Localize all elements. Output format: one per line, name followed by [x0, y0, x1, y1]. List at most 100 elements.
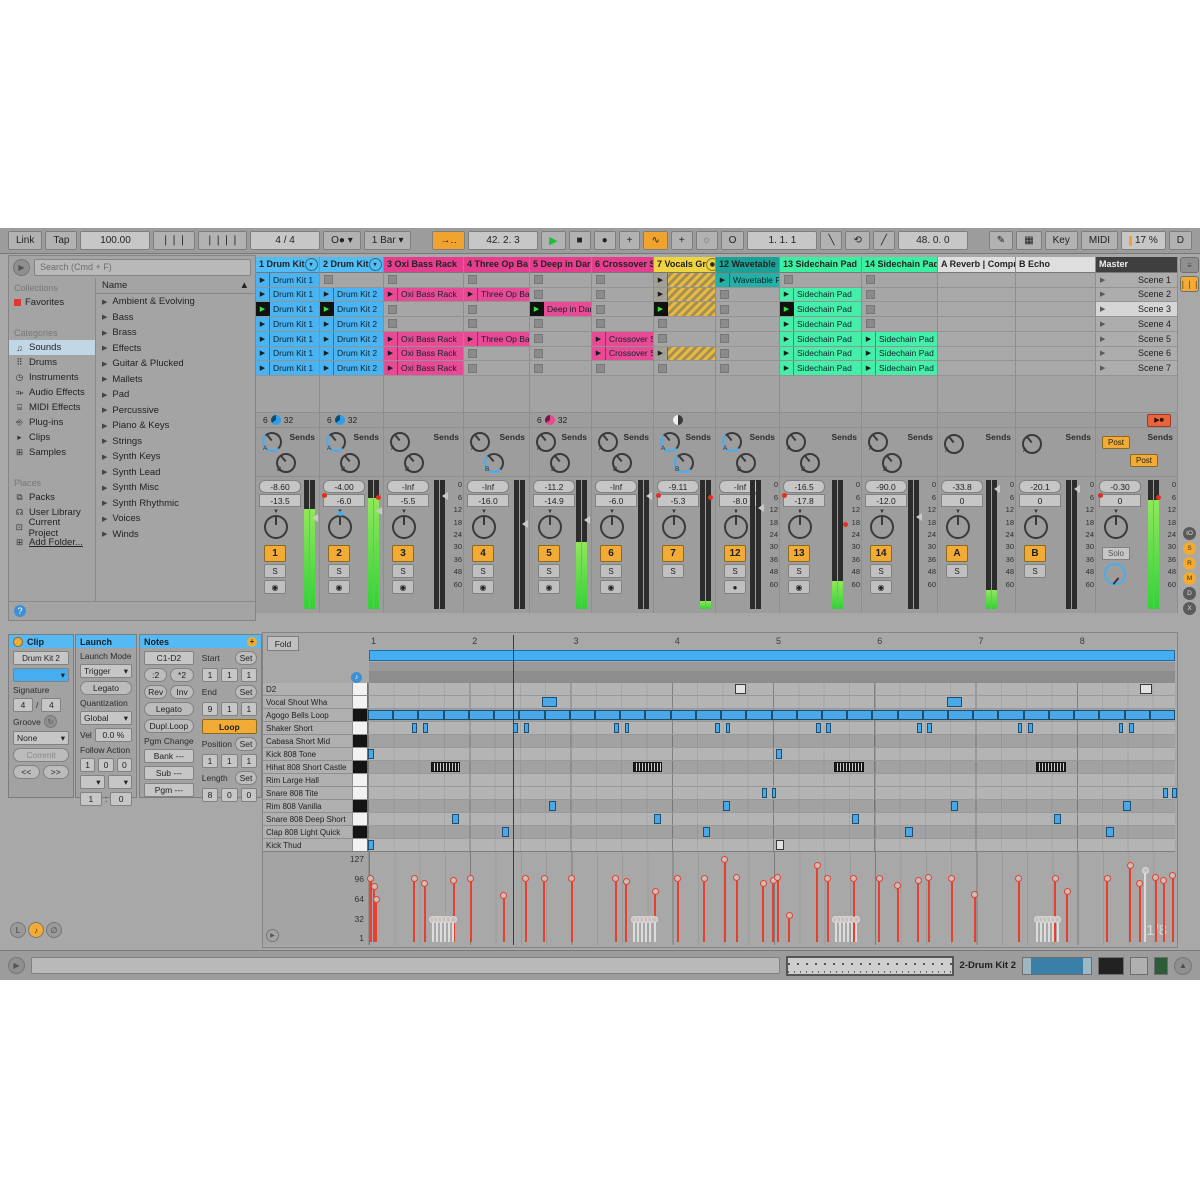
- punch-out-button[interactable]: ╱: [873, 231, 895, 250]
- peak-level-display[interactable]: -8.60: [259, 480, 301, 493]
- clip-slot[interactable]: [654, 361, 715, 376]
- velocity-stem[interactable]: [703, 881, 705, 942]
- track-activator-button[interactable]: 6: [600, 545, 622, 562]
- midi-note[interactable]: [998, 710, 1023, 720]
- back-to-arrangement-button[interactable]: ▶■: [1147, 414, 1171, 427]
- midi-note[interactable]: [898, 710, 923, 720]
- follow-action-time-field[interactable]: 0: [98, 758, 113, 772]
- device-display[interactable]: [1098, 957, 1124, 975]
- midi-note[interactable]: [1150, 710, 1175, 720]
- midi-note[interactable]: [923, 710, 948, 720]
- track-header-5[interactable]: 5 Deep in Dark: [530, 257, 591, 273]
- track-activator-button[interactable]: 13: [788, 545, 810, 562]
- velocity-stem[interactable]: [772, 883, 774, 942]
- peak-level-display[interactable]: -16.5: [783, 480, 825, 493]
- arm-button[interactable]: ◉: [600, 580, 622, 594]
- track-activator-button[interactable]: B: [1024, 545, 1046, 562]
- send-knob-b[interactable]: B: [882, 453, 902, 473]
- end-field[interactable]: 1: [221, 702, 237, 716]
- clip-launch-icon[interactable]: ▶: [654, 288, 668, 302]
- piano-key[interactable]: [353, 709, 368, 722]
- piano-key[interactable]: [353, 761, 368, 774]
- tree-item-winds[interactable]: ▶Winds: [96, 527, 255, 543]
- clip-launch-icon[interactable]: ▶: [256, 332, 270, 346]
- send-knob-a[interactable]: A: [390, 432, 410, 452]
- volume-display[interactable]: -17.8: [783, 494, 825, 507]
- midi-note[interactable]: [1018, 723, 1023, 733]
- volume-display[interactable]: -14.9: [533, 494, 575, 507]
- clip-slot[interactable]: ▶Drum Kit 1: [256, 317, 319, 332]
- scene-7[interactable]: ▶Scene 7: [1096, 361, 1177, 376]
- clip-slot[interactable]: ▶Drum Kit 1: [256, 273, 319, 288]
- midi-note[interactable]: [721, 710, 746, 720]
- scene-3[interactable]: ▶Scene 3: [1096, 302, 1177, 317]
- clip-slot[interactable]: [530, 332, 591, 347]
- midi-note[interactable]: [715, 723, 720, 733]
- clip-slot[interactable]: ▶Sidechain Pad: [780, 302, 861, 317]
- volume-display[interactable]: -16.0: [467, 494, 509, 507]
- pan-knob[interactable]: [538, 515, 562, 539]
- velocity-stem[interactable]: [1129, 868, 1131, 942]
- clip-launch-icon[interactable]: ▶: [256, 302, 270, 316]
- track-header-badge-icon[interactable]: ▾: [305, 258, 318, 271]
- arm-button[interactable]: ●: [724, 580, 746, 594]
- sidebar-item-current-project[interactable]: ⊡Current Project: [9, 520, 95, 535]
- quantization-select[interactable]: Global▾: [80, 711, 132, 725]
- clip-slot[interactable]: ▶: [654, 302, 715, 317]
- track-activator-button[interactable]: 14: [870, 545, 892, 562]
- track-activator-button[interactable]: 1: [264, 545, 286, 562]
- midi-note[interactable]: [947, 697, 962, 707]
- pan-knob[interactable]: [662, 515, 686, 539]
- peak-level-display[interactable]: -11.2: [533, 480, 575, 493]
- follow-action-time-field[interactable]: 0: [117, 758, 132, 772]
- midi-note[interactable]: [570, 710, 595, 720]
- piano-key[interactable]: [353, 696, 368, 709]
- double-time-button[interactable]: *2: [170, 668, 193, 682]
- clip-slot[interactable]: [716, 332, 779, 347]
- tree-item-strings[interactable]: ▶Strings: [96, 434, 255, 450]
- clip-slot[interactable]: [938, 273, 1015, 288]
- velocity-stem[interactable]: [897, 888, 899, 942]
- pan-knob[interactable]: [264, 515, 288, 539]
- length-field[interactable]: 0: [221, 788, 237, 802]
- velocity-stem[interactable]: [1018, 881, 1020, 942]
- piano-key[interactable]: [353, 813, 368, 826]
- volume-display[interactable]: 0: [941, 494, 983, 507]
- loop-brace[interactable]: [369, 650, 1175, 661]
- clip-launch-icon[interactable]: ▶: [654, 273, 668, 287]
- clip-slot[interactable]: ▶Oxi Bass Rack: [384, 332, 463, 347]
- preview-headphone-icon[interactable]: ♪: [351, 672, 362, 683]
- velocity-stem[interactable]: [951, 881, 953, 942]
- clip-slot[interactable]: [530, 317, 591, 332]
- clip-slot[interactable]: ▶Drum Kit 2: [320, 288, 383, 303]
- launch-mode-select[interactable]: Trigger▾: [80, 664, 132, 678]
- device-widget[interactable]: [1130, 957, 1148, 975]
- clip-slot[interactable]: [384, 302, 463, 317]
- send-knob-a[interactable]: A: [262, 432, 282, 452]
- midi-note[interactable]: [1049, 710, 1074, 720]
- clip-slot[interactable]: ▶Drum Kit 2: [320, 302, 383, 317]
- clip-launch-icon[interactable]: ▶: [320, 332, 334, 346]
- clip-slot[interactable]: ▶Deep in Darl: [530, 302, 591, 317]
- clip-slot[interactable]: ▶Three Op Ba: [464, 332, 529, 347]
- clip-launch-icon[interactable]: ▶: [530, 302, 544, 316]
- tree-item-bass[interactable]: ▶Bass: [96, 310, 255, 326]
- clip-launch-icon[interactable]: ▶: [320, 288, 334, 302]
- solo-button[interactable]: S: [264, 564, 286, 578]
- arm-button[interactable]: ◉: [538, 580, 560, 594]
- midi-note[interactable]: [502, 827, 509, 837]
- drum-row-name[interactable]: D2: [263, 683, 353, 696]
- solo-button[interactable]: S: [724, 564, 746, 578]
- clip-slot[interactable]: [530, 347, 591, 362]
- cpu-meter[interactable]: 17 %: [1121, 231, 1166, 250]
- velocity-stem[interactable]: [762, 886, 764, 942]
- loop-toggle-button[interactable]: Loop: [202, 719, 257, 734]
- legato-button[interactable]: Legato: [80, 681, 132, 695]
- solo-button[interactable]: S: [600, 564, 622, 578]
- row-grid[interactable]: [368, 696, 1175, 709]
- velocity-stem[interactable]: [816, 868, 818, 942]
- clip-slot[interactable]: ▶Drum Kit 1: [256, 288, 319, 303]
- velocity-stem[interactable]: [1163, 883, 1165, 942]
- follow-action-b-select[interactable]: ▾: [108, 775, 133, 789]
- midi-note[interactable]: [368, 749, 374, 759]
